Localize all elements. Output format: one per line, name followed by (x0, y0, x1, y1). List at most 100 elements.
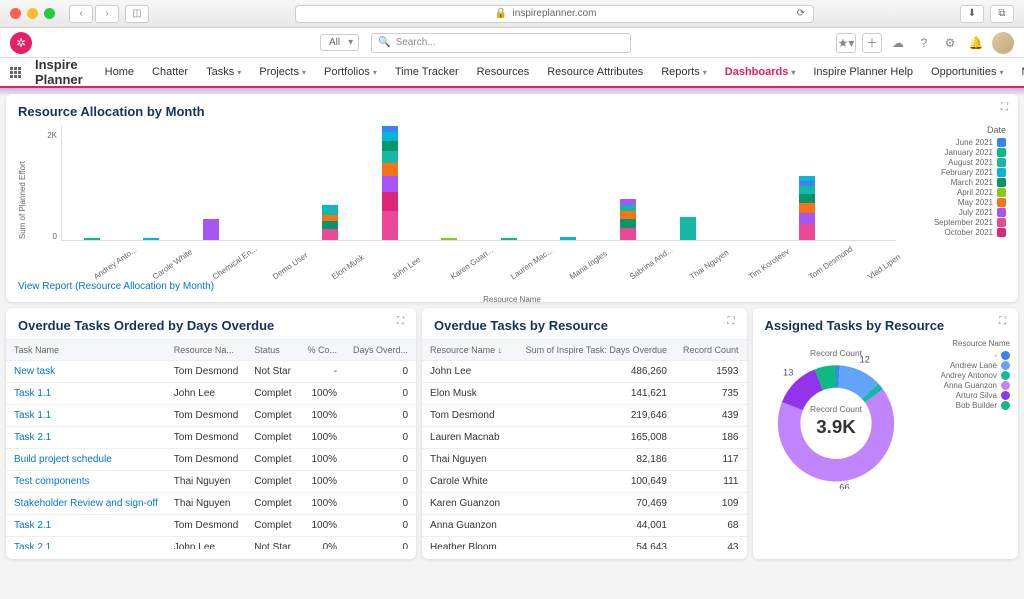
table-row[interactable]: Task 2.1Tom DesmondComplet100%0 (6, 427, 416, 449)
nav-portfolios[interactable]: Portfolios▾ (322, 62, 379, 82)
xaxis-tick-label: Andrey Anto... (92, 240, 146, 282)
table-row[interactable]: Elon Musk141,621735 (422, 383, 746, 405)
table-row[interactable]: Heather Bloom54,64343 (422, 537, 746, 550)
table-row[interactable]: New taskTom DesmondNot Star-0 (6, 361, 416, 383)
column-header[interactable]: Days Overd... (345, 340, 416, 361)
column-header[interactable]: Sum of Inspire Task: Days Overdue (518, 340, 675, 361)
table-row[interactable]: Build project scheduleTom DesmondComplet… (6, 449, 416, 471)
nav-resources[interactable]: Resources (475, 62, 532, 82)
legend-item[interactable]: February 2021 (906, 168, 1006, 177)
nav-dashboards[interactable]: Dashboards▾ (723, 62, 798, 82)
table-row[interactable]: Task 2.1John LeeNot Star0%0 (6, 537, 416, 550)
download-button[interactable]: ⬇ (960, 5, 984, 23)
column-header[interactable]: % Co... (300, 340, 346, 361)
column-header[interactable]: Status (246, 340, 299, 361)
legend-item[interactable]: Andrew Lane (917, 361, 1011, 370)
legend-item[interactable]: April 2021 (906, 188, 1006, 197)
nav-inspire-planner-help[interactable]: Inspire Planner Help (811, 62, 915, 82)
view-report-link[interactable]: View Report (Resource Allocation by Mont… (18, 281, 214, 292)
legend-item[interactable]: September 2021 (906, 218, 1006, 227)
maximize-window-icon[interactable] (44, 8, 55, 19)
table-row[interactable]: Thai Nguyen82,186117 (422, 449, 746, 471)
bar-segment (620, 228, 636, 240)
bar-John-Lee[interactable] (382, 126, 398, 240)
legend-item[interactable]: May 2021 (906, 198, 1006, 207)
legend-item[interactable]: January 2021 (906, 148, 1006, 157)
cloud-icon[interactable]: ☁ (888, 33, 908, 53)
nav-reports[interactable]: Reports▾ (659, 62, 709, 82)
browser-forward-button[interactable]: › (95, 5, 119, 23)
url-text: inspireplanner.com (513, 8, 597, 19)
bar-Elon-Musk[interactable] (322, 205, 338, 240)
column-header[interactable]: Task Name (6, 340, 166, 361)
table-row[interactable]: Lauren Macnab165,008186 (422, 427, 746, 449)
bar-Andrey-Anto-[interactable] (84, 238, 100, 240)
legend-item[interactable]: July 2021 (906, 208, 1006, 217)
xaxis-title: Resource Name (483, 295, 541, 304)
add-icon[interactable]: ＋ (862, 33, 882, 53)
lock-icon: 🔒 (495, 8, 507, 19)
column-header[interactable]: Record Count (675, 340, 747, 361)
close-window-icon[interactable] (10, 8, 21, 19)
browser-back-button[interactable]: ‹ (69, 5, 93, 23)
table-row[interactable]: Carole White100,649111 (422, 471, 746, 493)
app-logo[interactable]: ✲ (10, 32, 32, 54)
legend-item[interactable]: October 2021 (906, 228, 1006, 237)
expand-icon[interactable]: ⛶ (397, 316, 404, 327)
legend-item[interactable]: March 2021 (906, 178, 1006, 187)
notifications-bell-icon[interactable]: 🔔 (966, 33, 986, 53)
nav-time-tracker[interactable]: Time Tracker (393, 62, 461, 82)
help-icon[interactable]: ? (914, 33, 934, 53)
legend-item[interactable]: - (917, 351, 1011, 360)
bar-Sabrina-And-[interactable] (620, 199, 636, 240)
minimize-window-icon[interactable] (27, 8, 38, 19)
legend-item[interactable]: June 2021 (906, 138, 1006, 147)
bar-Lauren-Mac-[interactable] (501, 238, 517, 240)
nav-home[interactable]: Home (103, 62, 136, 82)
column-header[interactable]: Resource Na... (166, 340, 246, 361)
setup-gear-icon[interactable]: ⚙ (940, 33, 960, 53)
bar-Chemical-En-[interactable] (203, 219, 219, 240)
bar-Karen-Guan-[interactable] (441, 238, 457, 240)
app-launcher-icon[interactable] (10, 67, 21, 78)
expand-icon[interactable]: ⛶ (999, 316, 1006, 327)
table-row[interactable]: Tom Desmond219,646439 (422, 405, 746, 427)
table-row[interactable]: Stakeholder Review and sign-offThai Nguy… (6, 493, 416, 515)
table-row[interactable]: John Lee486,2601593 (422, 361, 746, 383)
user-avatar[interactable] (992, 32, 1014, 54)
legend-item[interactable]: Bob Builder (917, 401, 1011, 410)
bar-Maria-Ingles[interactable] (560, 237, 576, 240)
table-row[interactable]: Task 1.1John LeeComplet100%0 (6, 383, 416, 405)
donut-value-label: 12 (859, 354, 869, 364)
favorite-icon[interactable]: ★▾ (836, 33, 856, 53)
bar-Carole-White[interactable] (143, 238, 159, 240)
legend-item[interactable]: Anna Guanzon (917, 381, 1011, 390)
nav-projects[interactable]: Projects▾ (257, 62, 308, 82)
nav-more[interactable]: More▾ (1019, 62, 1024, 82)
table-row[interactable]: Anna Guanzon44,00168 (422, 515, 746, 537)
table-row[interactable]: Task 1.1Tom DesmondComplet100%0 (6, 405, 416, 427)
legend-item[interactable]: Andrey Antonov (917, 371, 1011, 380)
url-bar[interactable]: 🔒 inspireplanner.com ⟳ (295, 5, 814, 23)
sidebar-toggle-button[interactable]: ◫ (125, 5, 149, 23)
object-filter-dropdown[interactable]: All (320, 34, 359, 51)
tabs-button[interactable]: ⧉ (990, 5, 1014, 23)
legend-item[interactable]: August 2021 (906, 158, 1006, 167)
bar-segment (143, 238, 159, 240)
column-header[interactable]: Resource Name ↓ (422, 340, 518, 361)
nav-resource-attributes[interactable]: Resource Attributes (545, 62, 645, 82)
reload-icon[interactable]: ⟳ (797, 8, 805, 19)
nav-tasks[interactable]: Tasks▾ (204, 62, 243, 82)
expand-icon[interactable]: ⛶ (728, 316, 735, 327)
chevron-down-icon: ▾ (237, 68, 241, 77)
nav-chatter[interactable]: Chatter (150, 62, 190, 82)
bar-Thai-Nguyen[interactable] (680, 217, 696, 240)
legend-item[interactable]: Arturo Silva (917, 391, 1011, 400)
table-row[interactable]: Task 2.1Tom DesmondComplet100%0 (6, 515, 416, 537)
expand-icon[interactable]: ⛶ (1001, 102, 1008, 113)
nav-opportunities[interactable]: Opportunities▾ (929, 62, 1005, 82)
global-search-input[interactable]: 🔍 Search... (371, 33, 631, 53)
bar-Tom-Desmond[interactable] (799, 176, 815, 240)
table-row[interactable]: Test componentsThai NguyenComplet100%0 (6, 471, 416, 493)
table-row[interactable]: Karen Guanzon70,469109 (422, 493, 746, 515)
